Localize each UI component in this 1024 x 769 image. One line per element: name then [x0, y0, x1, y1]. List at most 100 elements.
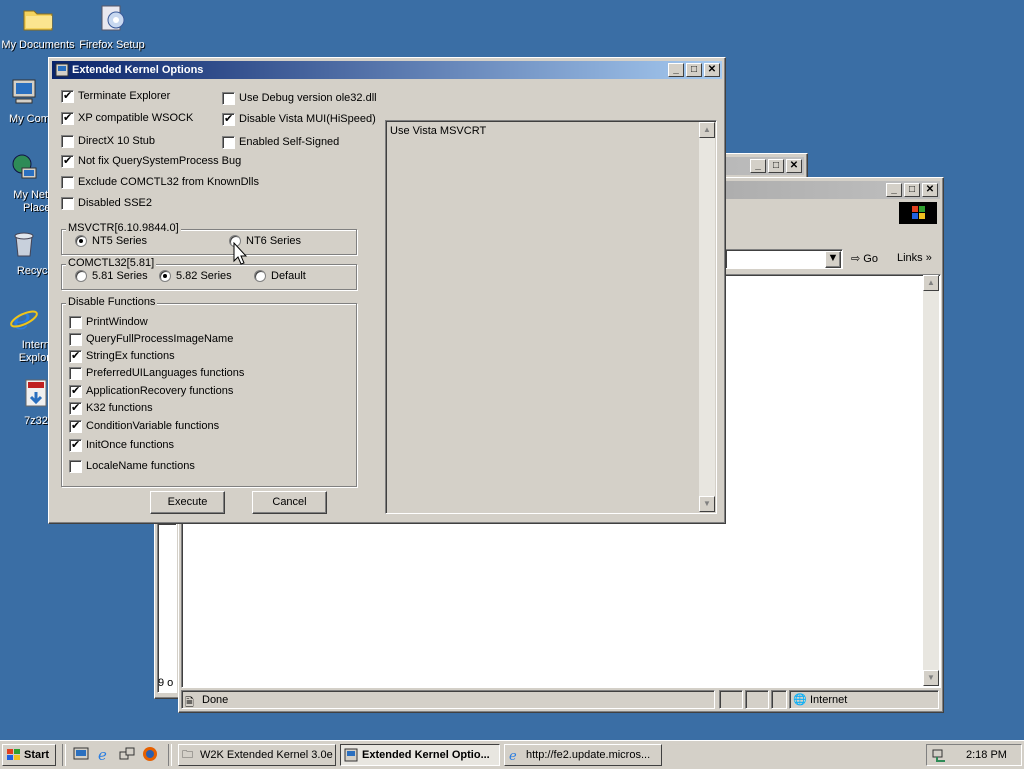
globe-icon: 🌐	[793, 694, 807, 706]
option-checkbox-label: Disabled SSE2	[78, 197, 152, 209]
status-pane	[745, 690, 769, 709]
maximize-button[interactable]: □	[686, 63, 702, 77]
maximize-button[interactable]: □	[768, 159, 784, 173]
scroll-up-icon[interactable]: ▲	[699, 122, 715, 138]
taskbar-item-extended-kernel-options[interactable]: Extended Kernel Optio...	[340, 744, 500, 766]
radio-label: NT5 Series	[92, 235, 148, 247]
option-checkbox[interactable]	[222, 92, 235, 105]
execute-button[interactable]: Execute	[150, 491, 225, 514]
taskbar-divider	[168, 744, 172, 766]
address-dropdown-button[interactable]: ▼	[825, 251, 841, 268]
disable-function-checkbox[interactable]	[69, 384, 82, 398]
cancel-button[interactable]: Cancel	[252, 491, 327, 514]
option-checkbox[interactable]	[61, 111, 74, 125]
taskbar-item-ie-update[interactable]: e http://fe2.update.micros...	[504, 744, 662, 766]
option-checkbox-label: Terminate Explorer	[78, 90, 171, 102]
ie-scrollbar[interactable]: ▲ ▼	[923, 275, 939, 686]
disable-function-checkbox-label: ApplicationRecovery functions	[86, 385, 234, 397]
tray-network-icon[interactable]	[931, 747, 947, 763]
show-desktop-icon[interactable]	[73, 746, 89, 762]
status-pane: 🗎 Done	[181, 690, 715, 709]
close-button[interactable]: ✕	[704, 63, 720, 77]
close-button[interactable]: ✕	[922, 183, 938, 197]
desktop-icon-label: My Documents	[1, 39, 75, 51]
description-scrollbar[interactable]: ▲ ▼	[699, 122, 715, 512]
network-icon[interactable]	[119, 746, 135, 762]
scroll-up-icon[interactable]: ▲	[923, 275, 939, 291]
msvcrt-group-label: MSVCTR[6.10.9844.0]	[66, 222, 181, 234]
desktop-icon-my-documents[interactable]: My Documents	[0, 2, 76, 52]
scroll-down-icon[interactable]: ▼	[923, 670, 939, 686]
close-button[interactable]: ✕	[786, 159, 802, 173]
radio-nt5-series[interactable]	[75, 235, 87, 247]
taskbar-item-w2k-extended-kernel[interactable]: 🗀 W2K Extended Kernel 3.0e	[178, 744, 336, 766]
disable-function-checkbox-label: StringEx functions	[86, 350, 175, 362]
disable-function-checkbox[interactable]	[69, 401, 82, 415]
option-checkbox-label: Disable Vista MUI(HiSpeed)	[239, 113, 376, 125]
disable-function-checkbox[interactable]	[69, 438, 82, 452]
chevron-right-icon: »	[925, 252, 932, 264]
status-text: Done	[202, 694, 229, 706]
disable-function-checkbox-label: InitOnce functions	[86, 439, 175, 451]
description-text: Use Vista MSVCRT	[390, 125, 487, 137]
option-checkbox[interactable]	[61, 89, 74, 103]
maximize-button[interactable]: □	[904, 183, 920, 197]
radio-label: Default	[271, 270, 306, 282]
dialog-title: Extended Kernel Options	[72, 64, 204, 76]
option-checkbox[interactable]	[222, 112, 235, 126]
desktop-icon-firefox-setup[interactable]: Firefox Setup	[74, 2, 150, 52]
option-checkbox-label: DirectX 10 Stub	[78, 135, 156, 147]
option-checkbox[interactable]	[61, 154, 74, 168]
app-icon	[344, 748, 358, 762]
disable-function-checkbox-label: LocaleName functions	[86, 460, 195, 472]
disable-function-checkbox[interactable]	[69, 367, 82, 380]
radio-582-series[interactable]	[159, 270, 171, 282]
svg-text:e: e	[509, 749, 517, 762]
minimize-button[interactable]: _	[668, 63, 684, 77]
scroll-down-icon[interactable]: ▼	[699, 496, 715, 512]
installer-icon	[101, 5, 125, 31]
go-arrow-icon: ⇨	[851, 253, 861, 265]
radio-default[interactable]	[254, 270, 266, 282]
go-button[interactable]: ⇨ Go	[851, 252, 878, 265]
taskbar-divider	[62, 744, 66, 766]
start-label: Start	[24, 749, 50, 761]
taskbar: Start e 🗀 W2K Extended Kernel 3.0e Exten…	[0, 740, 1024, 769]
status-pane	[719, 690, 743, 709]
windows-logo-icon	[912, 206, 925, 219]
disable-function-checkbox[interactable]	[69, 333, 82, 346]
extended-kernel-options-dialog[interactable]: Extended Kernel Options _ □ ✕ Terminate …	[48, 57, 726, 524]
minimize-button[interactable]: _	[750, 159, 766, 173]
dialog-titlebar[interactable]: Extended Kernel Options _ □ ✕	[52, 61, 722, 79]
taskbar-item-label: http://fe2.update.micros...	[526, 749, 651, 761]
comctl32-group-label: COMCTL32[5.81]	[66, 257, 157, 269]
disable-function-checkbox[interactable]	[69, 419, 82, 433]
taskbar-item-label: Extended Kernel Optio...	[362, 749, 490, 761]
option-checkbox[interactable]	[61, 197, 74, 210]
option-checkbox-label: Not fix QuerySystemProcess Bug	[78, 155, 242, 167]
taskbar-item-label: W2K Extended Kernel 3.0e	[200, 749, 333, 761]
clock[interactable]: 2:18 PM	[966, 749, 1007, 761]
description-textarea[interactable]: Use Vista MSVCRT ▲ ▼	[385, 120, 717, 514]
radio-581-series[interactable]	[75, 270, 87, 282]
links-button[interactable]: Links »	[897, 252, 932, 264]
disable-function-checkbox[interactable]	[69, 349, 82, 363]
disable-function-checkbox-label: ConditionVariable functions	[86, 420, 220, 432]
option-checkbox-label: Exclude COMCTL32 from KnownDlls	[78, 176, 259, 188]
disable-function-checkbox[interactable]	[69, 316, 82, 329]
option-checkbox-label: Use Debug version ole32.dll	[239, 92, 377, 104]
recycle-bin-icon	[14, 232, 34, 257]
mouse-cursor-icon	[233, 242, 247, 265]
disable-function-checkbox-label: K32 functions	[86, 402, 153, 414]
internet-explorer-icon[interactable]: e	[96, 746, 112, 762]
disable-function-checkbox[interactable]	[69, 460, 82, 473]
option-checkbox[interactable]	[61, 135, 74, 148]
desktop-icon-label: Firefox Setup	[79, 39, 145, 51]
start-button[interactable]: Start	[2, 744, 56, 766]
option-checkbox[interactable]	[61, 176, 74, 189]
links-label: Links	[897, 252, 923, 264]
firefox-icon[interactable]	[142, 746, 158, 762]
option-checkbox[interactable]	[222, 136, 235, 149]
minimize-button[interactable]: _	[886, 183, 902, 197]
chevron-down-icon: ▼	[827, 252, 839, 264]
